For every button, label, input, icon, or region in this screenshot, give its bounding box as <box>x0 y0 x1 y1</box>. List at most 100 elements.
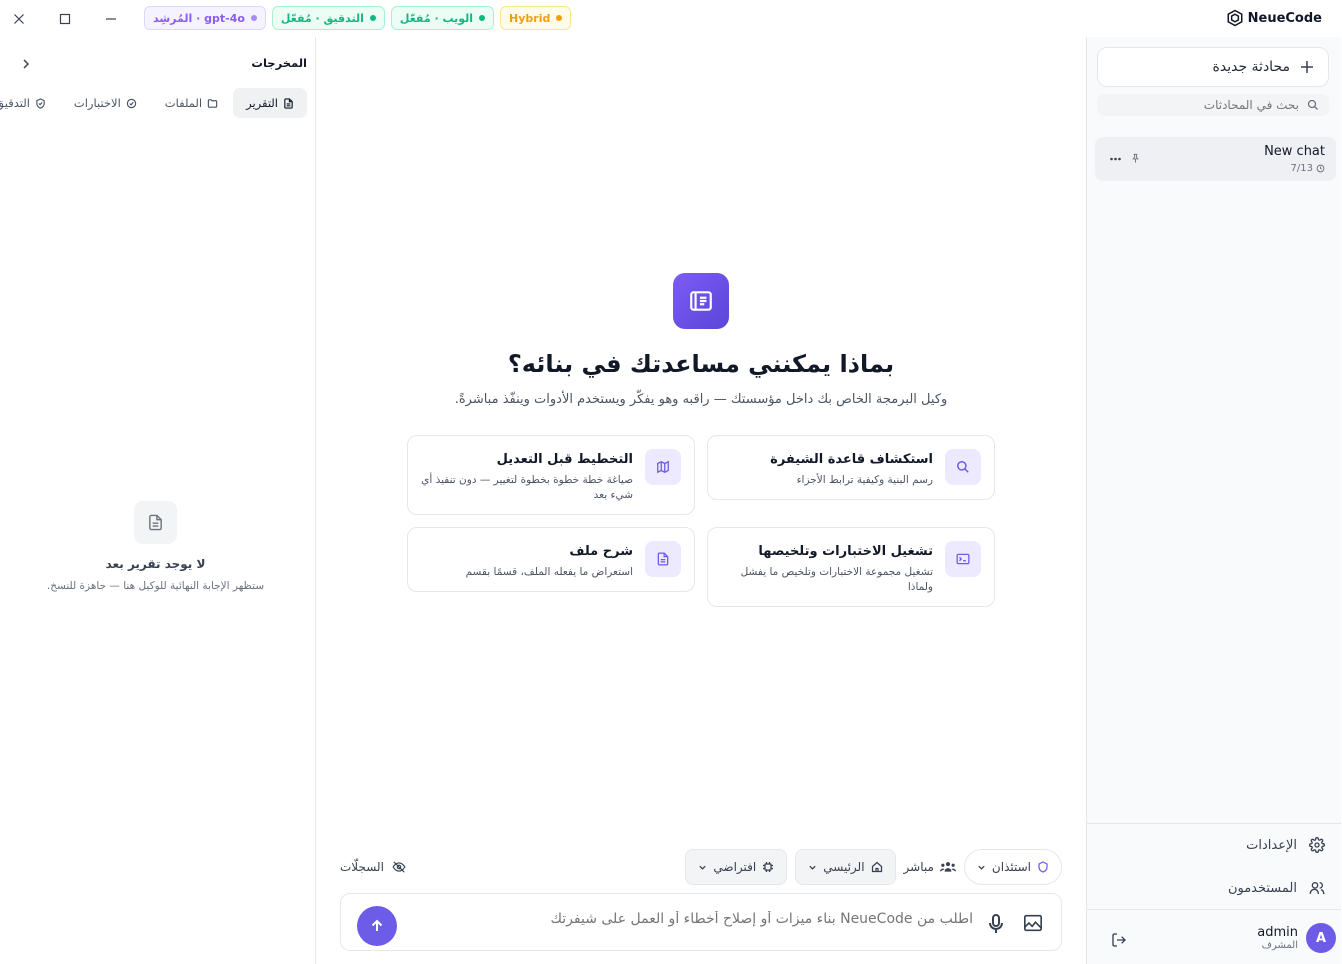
main-area: بماذا يمكنني مساعدتك في بنائه؟ وكيل البر… <box>317 37 1087 964</box>
chat-meta: 7/13 <box>1292 163 1326 174</box>
chevron-down-icon <box>810 865 817 870</box>
pill-hybrid-label: Hybrid <box>510 11 552 25</box>
pill-advisor-model[interactable]: المُرشِد · gpt-4o <box>145 6 267 30</box>
suggestion-card-explain-file[interactable]: شرح ملف استعراض ما يفعله الملف، قسمًا بق… <box>408 527 696 592</box>
mode-toggle[interactable]: مباشر <box>905 860 957 874</box>
image-attach-icon[interactable] <box>1024 914 1044 932</box>
suggestion-card-plan[interactable]: التخطيط قبل التعديل صياغة خطة خطوة بخطوة… <box>408 435 696 515</box>
maximize-button[interactable] <box>56 9 76 29</box>
gear-icon <box>1310 837 1326 853</box>
document-icon <box>285 97 294 109</box>
chevron-right-icon[interactable] <box>22 58 32 70</box>
pill-web-label: الويب · مُفعّل <box>400 11 475 25</box>
users-icon <box>1310 882 1326 894</box>
more-options-icon[interactable] <box>1111 157 1122 161</box>
check-circle-icon <box>127 98 137 108</box>
tab-report[interactable]: التقرير <box>234 88 308 118</box>
card-icon-tile <box>946 449 982 485</box>
composer <box>341 893 1063 951</box>
clock-icon <box>1317 164 1326 173</box>
user-role: المشرف <box>1262 940 1299 951</box>
card-desc: صياغة خطة خطوة بخطوة لتغيير — دون تنفيذ … <box>422 474 634 501</box>
title-bar: NeueCode المُرشِد · gpt-4o التدقيق · مُف… <box>0 0 1342 37</box>
permission-dropdown[interactable]: استئذان <box>964 849 1063 885</box>
chat-list-item[interactable]: New chat 7/13 <box>1096 137 1337 181</box>
branch-value: الرئيسي <box>824 860 866 874</box>
model-value: افتراضي <box>714 860 758 874</box>
close-window-button[interactable] <box>10 9 30 29</box>
chat-title: New chat <box>1265 144 1326 159</box>
terminal-icon <box>957 553 971 565</box>
tab-review[interactable]: التدقيق <box>0 88 60 118</box>
eye-off-icon <box>393 861 407 873</box>
brand-name: NeueCode <box>1248 10 1323 26</box>
chat-search-input[interactable] <box>1120 98 1300 112</box>
empty-report-title: لا يوجد تقرير بعد <box>106 557 207 571</box>
tab-tests[interactable]: الاختبارات <box>62 88 151 118</box>
permission-value: استئذان <box>992 860 1032 874</box>
composer-controls: استئذان مباشر الرئيسي افتراضي <box>686 849 1063 885</box>
settings-label: الإعدادات <box>1247 837 1298 853</box>
neuecode-logo-icon <box>1228 9 1244 27</box>
pill-review[interactable]: التدقيق · مُفعّل <box>272 6 386 30</box>
card-title: تشغيل الاختبارات وتلخيصها <box>759 544 934 559</box>
folder-icon <box>208 98 219 108</box>
tab-files-label: الملفات <box>165 96 204 110</box>
file-icon <box>658 552 670 566</box>
tab-tests-label: الاختبارات <box>74 96 122 110</box>
team-icon <box>940 862 957 872</box>
chevron-down-icon <box>979 865 986 870</box>
document-icon <box>150 514 163 531</box>
hero-subline: وكيل البرمجة الخاص بك داخل مؤسستك — راقب… <box>455 392 949 407</box>
avatar: A <box>1307 923 1337 953</box>
new-chat-label: محادثة جديدة <box>1213 59 1291 75</box>
empty-report-desc: ستظهر الإجابة النهائية للوكيل هنا — جاهز… <box>47 580 266 592</box>
outputs-tabs: التقرير الملفات الاختبارات التدقيق <box>0 88 308 118</box>
card-title: شرح ملف <box>570 544 634 559</box>
chat-date: 7/13 <box>1291 163 1314 174</box>
model-dropdown[interactable]: افتراضي <box>686 849 789 885</box>
code-notebook-icon <box>691 291 713 311</box>
microphone-icon[interactable] <box>990 914 1004 934</box>
suggestion-card-explore[interactable]: استكشاف قاعدة الشيفرة رسم البنية وكيفية … <box>708 435 996 500</box>
card-icon-tile <box>946 541 982 577</box>
suggestion-card-tests[interactable]: تشغيل الاختبارات وتلخيصها تشغيل مجموعة ا… <box>708 527 996 607</box>
tab-files[interactable]: الملفات <box>153 88 232 118</box>
tab-review-label: التدقيق <box>0 96 31 110</box>
tab-report-label: التقرير <box>247 96 279 110</box>
outputs-panel: المخرجات التقرير الملفات الاختبارات التد… <box>0 37 317 964</box>
search-icon <box>1308 99 1319 110</box>
status-dot <box>370 15 377 21</box>
card-icon-tile <box>646 449 682 485</box>
pill-hybrid[interactable]: Hybrid <box>501 6 573 30</box>
chevron-down-icon <box>700 865 708 870</box>
search-icon <box>958 461 970 473</box>
chat-search[interactable] <box>1098 94 1330 116</box>
sidebar: محادثة جديدة New chat 7/13 الإعدادات الم… <box>1087 37 1342 964</box>
settings-link[interactable]: الإعدادات <box>1247 837 1326 853</box>
outputs-title: المخرجات <box>252 56 308 70</box>
users-link[interactable]: المستخدمون <box>1229 880 1326 896</box>
status-dot <box>557 15 564 21</box>
minimize-button[interactable] <box>102 9 122 29</box>
pill-web[interactable]: الويب · مُفعّل <box>391 6 496 30</box>
hero-headline: بماذا يمكنني مساعدتك في بنائه؟ <box>508 350 896 378</box>
send-button[interactable] <box>358 906 398 946</box>
pill-review-label: التدقيق · مُفعّل <box>281 11 365 25</box>
empty-report-icon-tile <box>135 501 178 544</box>
plus-icon <box>1302 61 1314 73</box>
composer-input[interactable] <box>454 911 974 927</box>
logout-icon[interactable] <box>1112 932 1128 948</box>
logs-toggle[interactable]: السجلّات <box>341 849 407 885</box>
status-pills: المُرشِد · gpt-4o التدقيق · مُفعّل الويب… <box>145 6 573 30</box>
new-chat-button[interactable]: محادثة جديدة <box>1098 47 1330 87</box>
card-title: التخطيط قبل التعديل <box>497 452 634 467</box>
pin-icon[interactable] <box>1131 153 1142 164</box>
minimize-icon <box>107 18 117 20</box>
branch-dropdown[interactable]: الرئيسي <box>796 849 897 885</box>
card-title: استكشاف قاعدة الشيفرة <box>771 452 934 467</box>
sidebar-divider <box>1088 909 1342 910</box>
logs-label: السجلّات <box>341 860 385 874</box>
users-label: المستخدمون <box>1228 880 1298 896</box>
user-profile[interactable]: A admin المشرف <box>1258 923 1337 953</box>
